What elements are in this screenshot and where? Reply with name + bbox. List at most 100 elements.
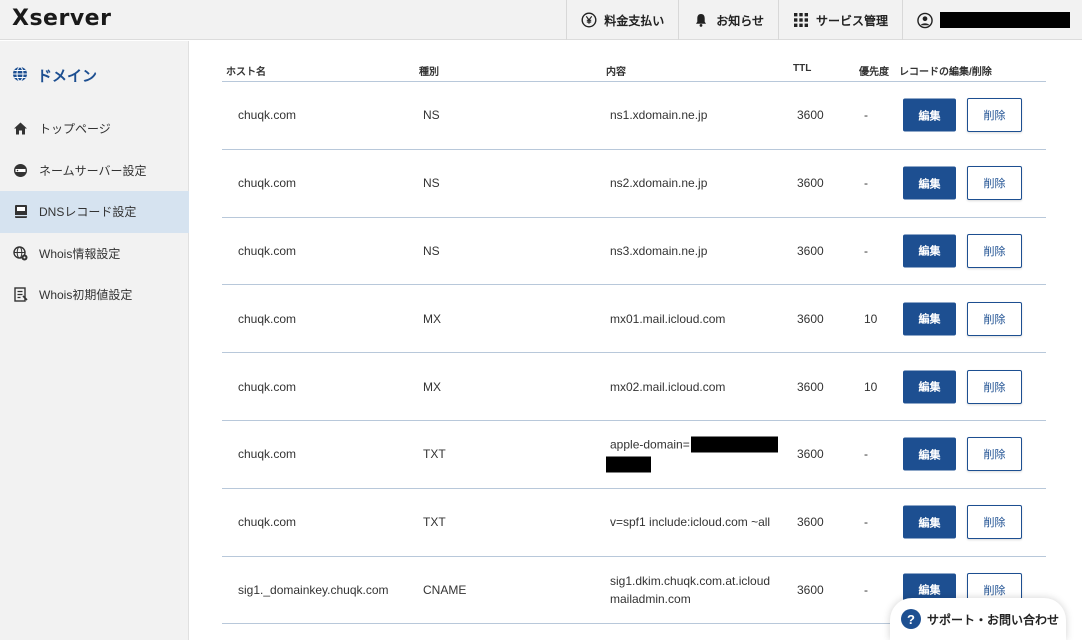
host-cell: chuqk.com bbox=[238, 515, 297, 530]
delete-button[interactable]: 削除 bbox=[967, 98, 1022, 133]
type-cell: MX bbox=[423, 311, 441, 326]
sidebar-item-nameserver[interactable]: ネームサーバー設定 bbox=[0, 150, 189, 192]
content-cell: ns2.xdomain.ne.jp bbox=[610, 176, 708, 191]
grid-icon bbox=[793, 12, 809, 28]
sidebar: ドメイン トップページ ネームサーバー設定 DNSレコード設定 Whois情報設… bbox=[0, 41, 189, 640]
account-menu-button[interactable] bbox=[902, 0, 1082, 40]
xserver-logo[interactable]: Xserver bbox=[12, 6, 111, 31]
priority-cell: 10 bbox=[864, 311, 878, 326]
delete-button[interactable]: 削除 bbox=[967, 369, 1022, 404]
type-cell: NS bbox=[423, 176, 440, 191]
server-icon bbox=[13, 163, 28, 178]
priority-cell: - bbox=[864, 447, 868, 462]
globe-icon bbox=[12, 66, 28, 86]
content-cell: apple-domain= bbox=[606, 436, 778, 473]
service-management-nav-button[interactable]: サービス管理 bbox=[777, 0, 902, 40]
type-cell: MX bbox=[423, 379, 441, 394]
content-cell: ns1.xdomain.ne.jp bbox=[610, 108, 708, 123]
content-cell: sig1.dkim.chuqk.com.at.icloud mailadmin.… bbox=[610, 572, 770, 608]
host-cell: chuqk.com bbox=[238, 108, 297, 123]
ttl-cell: 3600 bbox=[797, 515, 824, 530]
sidebar-title: ドメイン bbox=[12, 65, 97, 86]
bell-icon bbox=[693, 12, 709, 28]
delete-button[interactable]: 削除 bbox=[967, 166, 1022, 201]
priority-cell: 10 bbox=[864, 379, 878, 394]
sidebar-item-label: DNSレコード設定 bbox=[39, 205, 137, 220]
billing-nav-button[interactable]: 料金支払い bbox=[566, 0, 678, 40]
table-row: chuqk.com TXT apple-domain= 3600 - 編集 削除 bbox=[222, 421, 1046, 489]
priority-cell: - bbox=[864, 176, 868, 191]
delete-button[interactable]: 削除 bbox=[967, 233, 1022, 268]
top-header: Xserver 料金支払い お知らせ サービス管理 bbox=[0, 0, 1082, 40]
content-redacted bbox=[690, 436, 778, 453]
billing-nav-label: 料金支払い bbox=[604, 13, 665, 28]
service-management-nav-label: サービス管理 bbox=[815, 13, 888, 28]
ttl-cell: 3600 bbox=[797, 582, 824, 597]
host-cell: sig1._domainkey.chuqk.com bbox=[238, 582, 389, 597]
host-cell: chuqk.com bbox=[238, 243, 297, 258]
delete-button[interactable]: 削除 bbox=[967, 437, 1022, 472]
type-cell: NS bbox=[423, 108, 440, 123]
sidebar-item-dns-records[interactable]: DNSレコード設定 bbox=[0, 191, 189, 233]
content-cell: mx02.mail.icloud.com bbox=[610, 379, 726, 394]
priority-cell: - bbox=[864, 582, 868, 597]
delete-button[interactable]: 削除 bbox=[967, 301, 1022, 336]
column-header-type: 種別 bbox=[419, 67, 439, 78]
home-icon bbox=[13, 121, 28, 136]
table-row: chuqk.com NS ns3.xdomain.ne.jp 3600 - 編集… bbox=[222, 218, 1046, 286]
content-line-1: sig1.dkim.chuqk.com.at.icloud bbox=[610, 573, 771, 588]
account-name-redacted bbox=[940, 12, 1070, 28]
column-header-ttl: TTL bbox=[793, 63, 812, 74]
book-icon bbox=[13, 204, 28, 219]
host-cell: chuqk.com bbox=[238, 447, 297, 462]
column-header-priority: 優先度 bbox=[859, 67, 889, 78]
column-header-host: ホスト名 bbox=[226, 67, 266, 78]
edit-button[interactable]: 編集 bbox=[903, 166, 956, 200]
column-header-content: 内容 bbox=[606, 67, 626, 78]
header-nav: 料金支払い お知らせ サービス管理 bbox=[566, 0, 1082, 40]
host-cell: chuqk.com bbox=[238, 311, 297, 326]
ttl-cell: 3600 bbox=[797, 108, 824, 123]
content-cell: mx01.mail.icloud.com bbox=[610, 311, 726, 326]
sidebar-item-whois-defaults[interactable]: Whois初期値設定 bbox=[0, 274, 189, 316]
edit-button[interactable]: 編集 bbox=[903, 302, 956, 336]
table-row: chuqk.com NS ns1.xdomain.ne.jp 3600 - 編集… bbox=[222, 82, 1046, 150]
table-header: ホスト名 種別 内容 TTL 優先度 レコードの編集/削除 bbox=[222, 55, 1046, 82]
edit-button[interactable]: 編集 bbox=[903, 505, 956, 539]
table-row: chuqk.com TXT v=spf1 include:icloud.com … bbox=[222, 489, 1046, 557]
sidebar-item-label: Whois情報設定 bbox=[39, 246, 121, 261]
type-cell: TXT bbox=[423, 447, 446, 462]
table-row: chuqk.com MX mx02.mail.icloud.com 3600 1… bbox=[222, 353, 1046, 421]
ttl-cell: 3600 bbox=[797, 379, 824, 394]
priority-cell: - bbox=[864, 108, 868, 123]
content-text: apple-domain= bbox=[610, 437, 690, 452]
type-cell: NS bbox=[423, 243, 440, 258]
host-cell: chuqk.com bbox=[238, 379, 297, 394]
type-cell: TXT bbox=[423, 515, 446, 530]
sidebar-item-top-page[interactable]: トップページ bbox=[0, 108, 189, 150]
document-list-icon bbox=[13, 287, 28, 302]
priority-cell: - bbox=[864, 515, 868, 530]
support-contact-button[interactable]: ? サポート・お問い合わせ bbox=[890, 598, 1066, 640]
table-row: chuqk.com MX mx01.mail.icloud.com 3600 1… bbox=[222, 285, 1046, 354]
edit-button[interactable]: 編集 bbox=[903, 370, 956, 404]
sidebar-title-label: ドメイン bbox=[37, 68, 98, 85]
content-redacted bbox=[606, 456, 651, 473]
notices-nav-button[interactable]: お知らせ bbox=[678, 0, 778, 40]
edit-button[interactable]: 編集 bbox=[903, 234, 956, 268]
table-row: chuqk.com NS ns2.xdomain.ne.jp 3600 - 編集… bbox=[222, 150, 1046, 218]
globe-gear-icon bbox=[13, 246, 28, 261]
sidebar-item-label: トップページ bbox=[39, 122, 111, 137]
ttl-cell: 3600 bbox=[797, 447, 824, 462]
delete-button[interactable]: 削除 bbox=[967, 505, 1022, 540]
dns-record-table: ホスト名 種別 内容 TTL 優先度 レコードの編集/削除 chuqk.com … bbox=[222, 55, 1046, 625]
sidebar-item-label: Whois初期値設定 bbox=[39, 288, 133, 303]
notices-nav-label: お知らせ bbox=[716, 13, 764, 28]
sidebar-item-label: ネームサーバー設定 bbox=[39, 163, 147, 178]
ttl-cell: 3600 bbox=[797, 176, 824, 191]
edit-button[interactable]: 編集 bbox=[903, 98, 956, 132]
sidebar-nav: トップページ ネームサーバー設定 DNSレコード設定 Whois情報設定 Who… bbox=[0, 108, 189, 316]
ttl-cell: 3600 bbox=[797, 311, 824, 326]
sidebar-item-whois-info[interactable]: Whois情報設定 bbox=[0, 233, 189, 275]
edit-button[interactable]: 編集 bbox=[903, 437, 956, 471]
